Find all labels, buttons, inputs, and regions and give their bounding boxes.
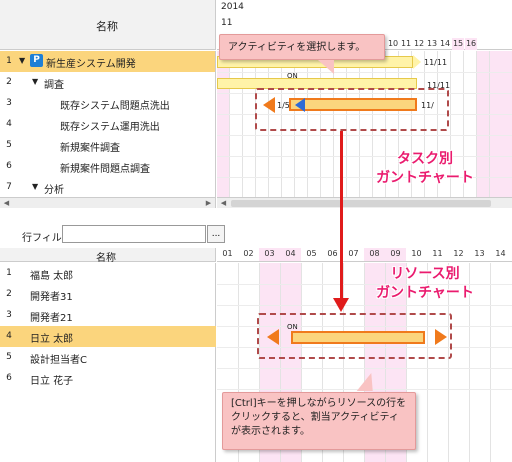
row-number: 4: [6, 331, 12, 341]
table-row[interactable]: 7 ▼ 分析: [0, 177, 215, 197]
row-number: 6: [6, 373, 12, 383]
scroll-left-icon[interactable]: ◀: [2, 199, 11, 208]
name-header-label: 名称: [96, 20, 118, 33]
day-header-row: 10 11 12 13 14 15 16: [387, 38, 512, 50]
row-label: 開発者21: [30, 313, 73, 324]
name-header-label: 名称: [96, 253, 116, 264]
row-number: 5: [6, 140, 12, 150]
resource-name-header[interactable]: 名称: [0, 248, 216, 264]
scroll-left-icon[interactable]: ◀: [219, 199, 228, 208]
day-cell: 11: [400, 39, 412, 48]
row-label: 新規案件調査: [60, 143, 120, 154]
day-cell: 07: [348, 249, 359, 258]
task-chart-scrollbar[interactable]: ◀: [217, 197, 512, 208]
table-row[interactable]: 6 日立 花子: [0, 368, 216, 389]
table-row[interactable]: 1 福島 太郎: [0, 263, 216, 284]
day-cell: 14: [439, 39, 451, 48]
resource-gantt-title: リソース別 ガントチャート: [355, 265, 495, 303]
table-row[interactable]: 1 ▼ P 新生産システム開発: [0, 51, 215, 72]
task-gantt-title: タスク別 ガントチャート: [355, 150, 495, 188]
task-tree-scrollbar[interactable]: ◀ ▶: [0, 197, 216, 208]
row-filter-button[interactable]: ...: [207, 225, 225, 243]
day-cell: 13: [474, 249, 485, 258]
day-cell-weekend: 03: [259, 248, 280, 261]
summary-on-label: ON: [287, 72, 298, 80]
row-label: 開発者31: [30, 292, 73, 303]
table-row[interactable]: 5 新規案件調査: [0, 135, 215, 156]
row-label: 既存システム問題点洗出: [60, 101, 170, 112]
ctrl-tip-text: [Ctrl]キーを押しながらリソースの行をクリックすると、割当アクティビティが表…: [231, 398, 407, 437]
day-cell: 12: [453, 249, 464, 258]
day-cell: 14: [495, 249, 506, 258]
day-cell: 12: [413, 39, 425, 48]
task-gantt-title-line1: タスク別: [397, 151, 453, 167]
resource-gantt-title-line1: リソース別: [390, 266, 460, 282]
day-cell: 02: [243, 249, 254, 258]
row-label: 既存システム運用洗出: [60, 122, 160, 133]
collapse-icon[interactable]: ▼: [19, 56, 25, 65]
row-number: 6: [6, 161, 12, 171]
day-cell: 13: [426, 39, 438, 48]
resource-day-header: 01 02 03 04 05 06 07 08 09 10 11 12 13 1…: [217, 248, 512, 262]
row-number: 2: [6, 77, 12, 87]
day-cell-weekend: 15: [452, 38, 465, 50]
project-icon: P: [30, 54, 43, 67]
task-gantt-title-line2: ガントチャート: [376, 170, 474, 186]
day-cell: 05: [306, 249, 317, 258]
connector-arrow-line: [340, 131, 343, 301]
select-activity-callout: アクティビティを選択します。: [219, 34, 385, 60]
row-label: 新規案件問題点調査: [60, 164, 150, 175]
row-label: 設計担当者C: [30, 355, 87, 366]
table-row[interactable]: 3 開発者21: [0, 305, 216, 326]
year-label: 2014: [221, 2, 244, 12]
resource-activity-highlight: [257, 313, 452, 359]
table-row[interactable]: 6 新規案件問題点調査: [0, 156, 215, 177]
table-row[interactable]: 4 既存システム運用洗出: [0, 114, 215, 135]
connector-arrow-head: [333, 298, 349, 312]
day-cell-weekend: 04: [280, 248, 301, 261]
table-row[interactable]: 2 ▼ 調査: [0, 72, 215, 93]
row-number: 3: [6, 310, 12, 320]
table-row[interactable]: 2 開発者31: [0, 284, 216, 305]
row-number: 5: [6, 352, 12, 362]
row-label: 日立 太郎: [30, 334, 74, 345]
scroll-thumb[interactable]: [231, 200, 491, 207]
row-label: 新生産システム開発: [46, 59, 136, 70]
day-cell: 01: [222, 249, 233, 258]
day-cell-weekend: 08: [364, 248, 385, 261]
row-label: 調査: [44, 80, 64, 91]
row-number: 2: [6, 289, 12, 299]
month-label: 11: [221, 18, 233, 28]
day-cell: 10: [387, 39, 399, 48]
table-row[interactable]: 3 既存システム問題点洗出: [0, 93, 215, 114]
scroll-right-icon[interactable]: ▶: [204, 199, 213, 208]
day-cell: 11: [432, 249, 443, 258]
resource-gantt-title-line2: ガントチャート: [376, 285, 474, 301]
row-label: 分析: [44, 185, 64, 196]
row-filter-input[interactable]: [62, 225, 206, 243]
row-label: 日立 花子: [30, 376, 74, 387]
day-cell-weekend: 16: [465, 38, 478, 50]
table-row-selected[interactable]: 4 日立 太郎: [0, 326, 216, 347]
row-number: 1: [6, 56, 12, 66]
collapse-icon[interactable]: ▼: [32, 77, 38, 86]
table-row[interactable]: 5 設計担当者C: [0, 347, 216, 368]
task-activity-highlight: [255, 88, 449, 131]
row-number: 4: [6, 119, 12, 129]
day-cell-weekend: 09: [385, 248, 406, 261]
day-cell: 10: [411, 249, 422, 258]
task-tree: 1 ▼ P 新生産システム開発 2 ▼ 調査 3 既存システム問題点洗出 4 既…: [0, 51, 216, 197]
row-label: 福島 太郎: [30, 271, 74, 282]
row-number: 7: [6, 182, 12, 192]
resource-list: 1 福島 太郎 2 開発者31 3 開発者21 4 日立 太郎 5 設計担当者C…: [0, 263, 216, 462]
task-name-header[interactable]: 名称: [0, 0, 216, 50]
collapse-icon[interactable]: ▼: [32, 182, 38, 191]
project-bar-end: [413, 55, 421, 69]
callout-text: アクティビティを選択します。: [228, 42, 366, 53]
row-number: 3: [6, 98, 12, 108]
ctrl-tip-callout: [Ctrl]キーを押しながらリソースの行をクリックすると、割当アクティビティが表…: [222, 392, 416, 450]
project-end-date: 11/11: [424, 58, 448, 67]
row-number: 1: [6, 268, 12, 278]
